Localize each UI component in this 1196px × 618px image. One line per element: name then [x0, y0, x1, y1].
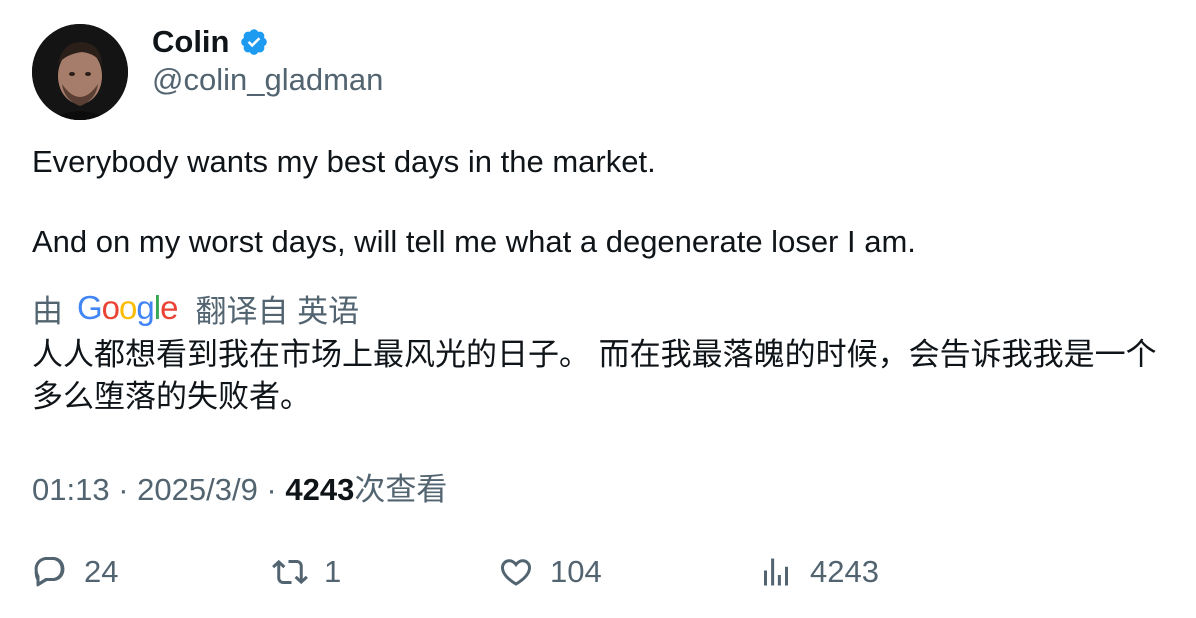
views-label: 次查看: [354, 472, 448, 507]
action-bar: 24 1 104 4243: [32, 550, 1172, 594]
tweet-time[interactable]: 01:13: [32, 472, 110, 507]
google-logo: Google: [77, 289, 178, 326]
tweet-date[interactable]: 2025/3/9: [137, 472, 258, 507]
retweet-icon: [272, 559, 308, 585]
author-name-row[interactable]: Colin: [152, 22, 269, 62]
verified-badge-icon: [239, 27, 269, 57]
retweet-button[interactable]: 1: [272, 550, 341, 594]
reply-icon: [34, 557, 65, 587]
author-display-name[interactable]: Colin: [152, 24, 230, 60]
analytics-icon: [764, 558, 788, 586]
translation-attribution: 由 Google 翻译自 英语: [32, 286, 359, 331]
reply-count: 24: [84, 554, 119, 589]
views-action-count: 4243: [810, 554, 879, 589]
avatar-image: [32, 24, 128, 120]
retweet-count: 1: [324, 554, 342, 589]
translated-text: 人人都想看到我在市场上最风光的日子。 而在我最落魄的时候，会告诉我我是一个多么堕…: [32, 337, 1157, 414]
avatar[interactable]: [32, 24, 128, 120]
like-count: 104: [550, 554, 602, 589]
reply-button[interactable]: 24: [32, 550, 118, 594]
heart-icon: [500, 559, 532, 586]
translated-from-label[interactable]: 翻译自 英语: [195, 286, 359, 331]
tweet-line-2: And on my worst days, will tell me what …: [32, 224, 916, 259]
tweet-meta: 01:13 · 2025/3/9 · 4243次查看: [32, 472, 448, 507]
views-count: 4243: [285, 472, 355, 507]
views-button[interactable]: 4243: [758, 550, 879, 594]
author-handle[interactable]: @colin_gladman: [152, 62, 383, 98]
tweet-text: Everybody wants my best days in the mark…: [32, 142, 916, 262]
translated-by-label: 由: [32, 293, 63, 329]
tweet-line-1: Everybody wants my best days in the mark…: [32, 144, 656, 179]
like-button[interactable]: 104: [498, 550, 602, 594]
